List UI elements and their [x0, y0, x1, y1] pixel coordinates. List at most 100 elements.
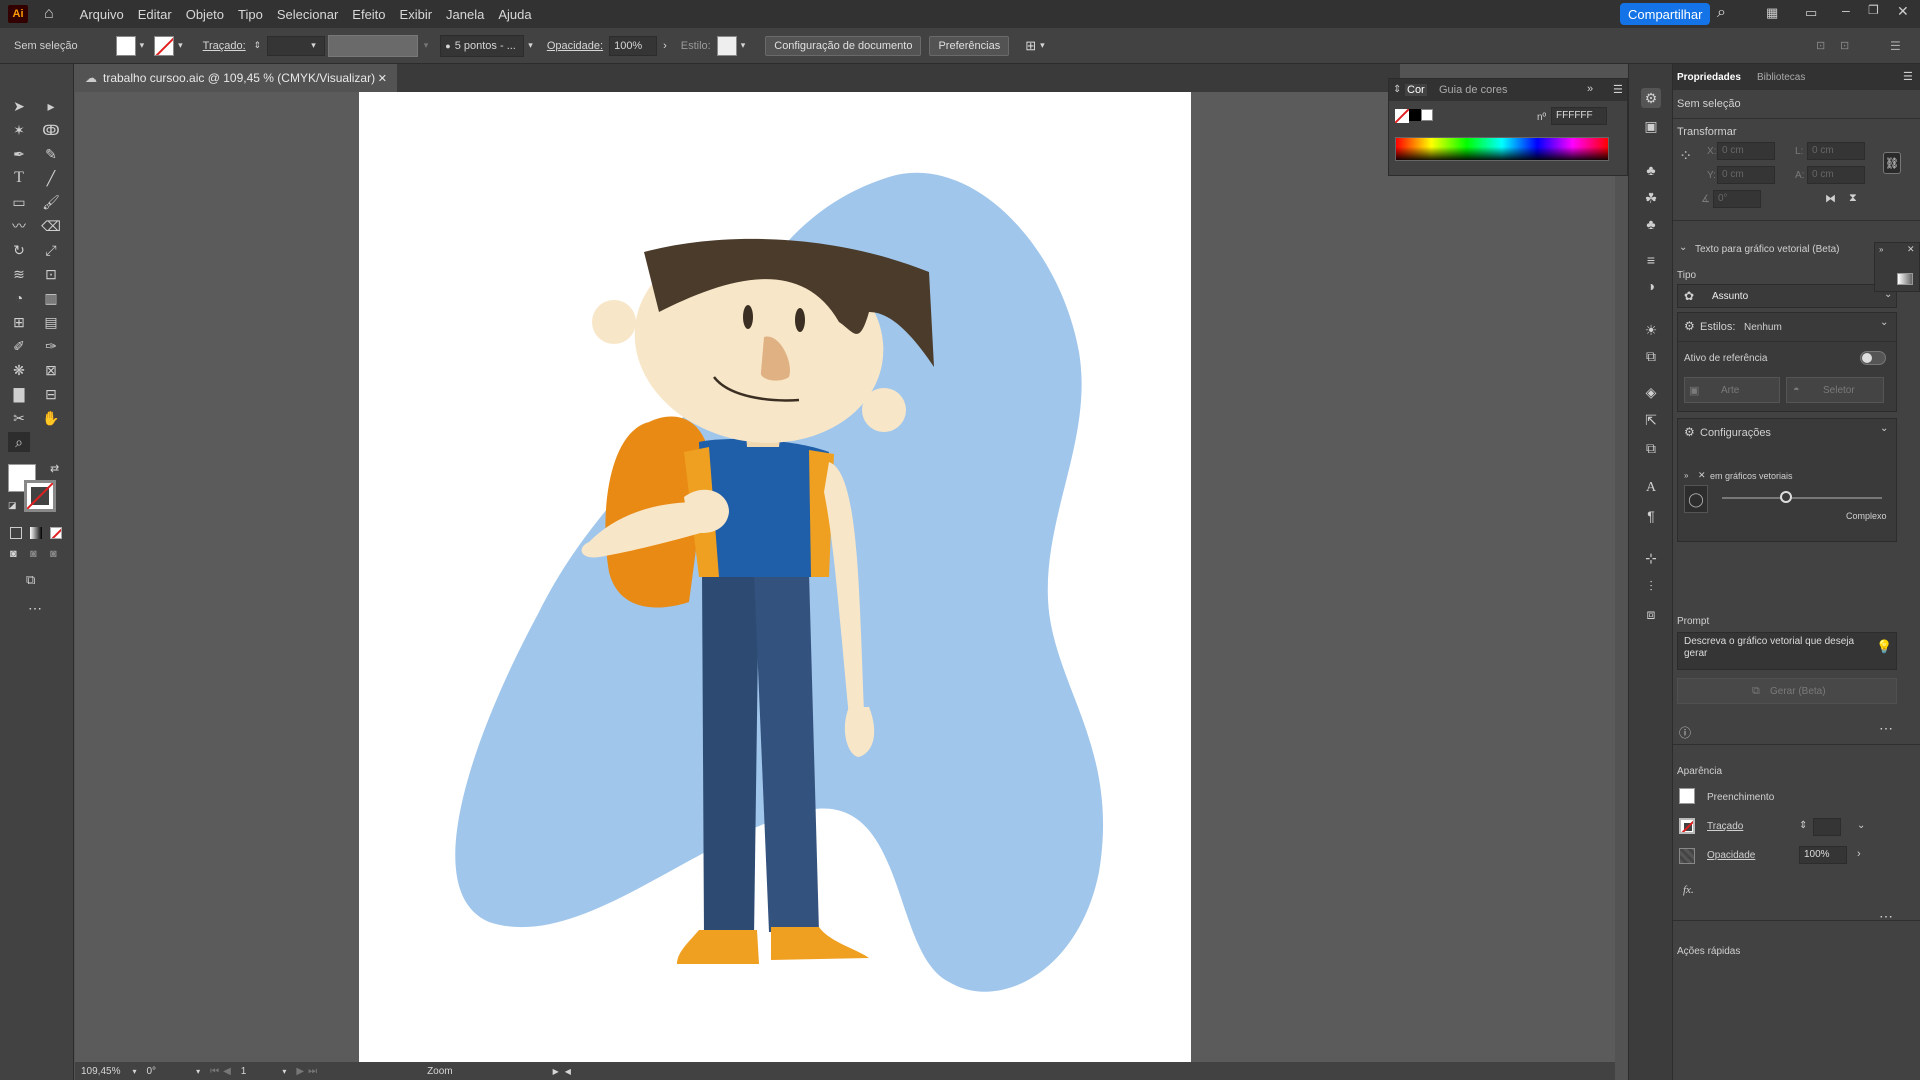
chevron-down-icon[interactable]: ▾	[282, 1067, 286, 1076]
gradient-mode-icon[interactable]	[30, 527, 42, 539]
more-options-icon[interactable]: ⋯	[1879, 908, 1893, 925]
panel-menu-icon[interactable]: ☰	[1903, 70, 1913, 83]
first-artboard-icon[interactable]: ⏮	[210, 1066, 219, 1077]
libraries-icon[interactable]: ▣	[1641, 116, 1661, 136]
arte-button[interactable]: ▣ Arte	[1684, 377, 1780, 403]
minimize-icon[interactable]: –	[1842, 2, 1850, 18]
chevron-down-icon[interactable]: ▾	[140, 40, 145, 51]
stepper-icon[interactable]: ⇕	[254, 40, 262, 51]
gradient-tool-icon[interactable]: ▤	[40, 312, 62, 332]
complexity-slider[interactable]	[1722, 497, 1882, 499]
prev-artboard-icon[interactable]: ◀	[223, 1066, 231, 1077]
chevron-down-icon[interactable]: ▾	[1040, 40, 1045, 51]
expand-icon[interactable]: »	[1684, 471, 1688, 480]
close-tab-icon[interactable]: ✕	[378, 72, 387, 85]
stroke-label[interactable]: Traçado:	[203, 40, 246, 52]
symbols-icon[interactable]: ♣	[1641, 160, 1661, 180]
flip-horizontal-icon[interactable]: ⧓	[1825, 192, 1836, 205]
chevron-down-icon[interactable]: ▾	[311, 40, 316, 51]
white-swatch[interactable]	[1421, 109, 1433, 121]
estilos-label[interactable]: Estilos:	[1700, 321, 1735, 333]
close-icon[interactable]: ✕	[1907, 244, 1915, 255]
tab-guia-de-cores[interactable]: Guia de cores	[1439, 84, 1507, 96]
tab-cor[interactable]: Cor	[1405, 84, 1427, 96]
swap-colors-icon[interactable]: ⇄	[50, 462, 59, 475]
shaper-tool-icon[interactable]: 〰	[8, 216, 30, 236]
opacity-label[interactable]: Opacidade:	[547, 40, 603, 52]
gradient-swatch[interactable]	[1897, 273, 1913, 285]
color-mode-icon[interactable]	[10, 527, 22, 539]
menu-janela[interactable]: Janela	[446, 7, 484, 22]
text-to-vector-heading[interactable]: Texto para gráfico vetorial (Beta)	[1695, 244, 1840, 255]
chevron-down-icon[interactable]: ▾	[178, 40, 183, 51]
warp-tool-icon[interactable]: ≋	[8, 264, 30, 284]
artboard-number[interactable]: 1	[241, 1066, 247, 1077]
scissors-icon[interactable]: ✂	[8, 408, 30, 428]
symbol-sprayer-icon[interactable]: ❋	[8, 360, 30, 380]
next-artboard-icon[interactable]: ▶	[296, 1066, 304, 1077]
link-icon[interactable]: ⛓	[1883, 152, 1901, 174]
home-icon[interactable]: ⌂	[44, 5, 54, 23]
menu-ajuda[interactable]: Ajuda	[498, 7, 531, 22]
menu-editar[interactable]: Editar	[138, 7, 172, 22]
share-button[interactable]: Compartilhar	[1620, 3, 1711, 25]
type-tool-icon[interactable]: T	[8, 168, 30, 188]
transform-icon[interactable]: ⊹	[1641, 548, 1661, 568]
layers-icon[interactable]: ◈	[1641, 382, 1661, 402]
chevron-down-icon[interactable]: ▾	[424, 40, 429, 51]
chevron-left-icon[interactable]: ◀	[565, 1067, 571, 1076]
opacity-field[interactable]: 100%	[609, 35, 658, 56]
artboards-icon[interactable]: ⧉	[1641, 438, 1661, 458]
collapse-icon[interactable]: ⇕	[1393, 84, 1401, 95]
more-tools-icon[interactable]: ⋯	[28, 600, 42, 617]
h-field[interactable]: 0 cm	[1807, 166, 1865, 184]
align-icon[interactable]: ⫶	[1641, 576, 1661, 596]
opacidade-field[interactable]: 100%	[1799, 846, 1847, 864]
swatches-icon[interactable]: ♣	[1641, 214, 1661, 234]
x-field[interactable]: 0 cm	[1717, 142, 1775, 160]
default-colors-icon[interactable]: ◪	[8, 500, 17, 511]
black-swatch[interactable]	[1409, 109, 1421, 121]
preferences-button[interactable]: Preferências	[929, 35, 1010, 56]
selection-tool-icon[interactable]: ➤	[8, 96, 30, 116]
arrange-docs-icon[interactable]: ⊞	[1025, 38, 1036, 54]
draw-inside-icon[interactable]: ◙	[50, 548, 57, 560]
menu-arquivo[interactable]: Arquivo	[80, 7, 124, 22]
stepper-icon[interactable]: ⇕	[1799, 820, 1807, 831]
pathfinder-icon[interactable]: ⧈	[1641, 604, 1661, 624]
paintbrush-icon[interactable]: 🖌	[40, 192, 62, 212]
brushes-icon[interactable]: ☘	[1641, 188, 1661, 208]
workspace-icon[interactable]: ▦	[1766, 5, 1778, 21]
panel-menu-icon[interactable]: ☰	[1613, 83, 1623, 96]
list-icon[interactable]: ☰	[1890, 39, 1901, 53]
y-field[interactable]: 0 cm	[1717, 166, 1775, 184]
last-artboard-icon[interactable]: ⏭	[308, 1066, 317, 1077]
tab-propriedades[interactable]: Propriedades	[1677, 72, 1741, 83]
detail-icon[interactable]: ◯	[1684, 485, 1708, 513]
rectangle-tool-icon[interactable]: ▭	[8, 192, 30, 212]
variable-width-field[interactable]	[327, 34, 418, 57]
pen-tool-icon[interactable]: ✒	[8, 144, 30, 164]
w-field[interactable]: 0 cm	[1807, 142, 1865, 160]
character-icon[interactable]: A	[1641, 478, 1661, 498]
flip-vertical-icon[interactable]: ⧗	[1849, 192, 1857, 205]
ref-asset-toggle[interactable]	[1860, 351, 1886, 365]
chevron-down-icon[interactable]: ▾	[741, 40, 746, 51]
chevron-right-icon[interactable]: ›	[1857, 848, 1861, 860]
expand-icon[interactable]: »	[1587, 83, 1593, 95]
stroke-weight-field[interactable]	[1813, 818, 1841, 836]
info-icon[interactable]: ⓘ	[1679, 724, 1691, 741]
expand-icon[interactable]: »	[1879, 245, 1883, 254]
draw-normal-icon[interactable]: ◙	[10, 548, 17, 560]
tab-bibliotecas[interactable]: Bibliotecas	[1757, 72, 1805, 83]
arrange-icon[interactable]: ▭	[1805, 5, 1817, 21]
chevron-right-icon[interactable]: ▶	[553, 1067, 559, 1076]
close-icon[interactable]: ✕	[1698, 470, 1706, 481]
graph-tool-icon[interactable]: ▇	[8, 384, 30, 404]
export-icon[interactable]: ⇱	[1641, 410, 1661, 430]
opacidade-label[interactable]: Opacidade	[1707, 850, 1755, 861]
direct-selection-tool-icon[interactable]: ▸	[40, 96, 62, 116]
line-tool-icon[interactable]: ╱	[40, 168, 62, 188]
free-transform-icon[interactable]: ⊡	[40, 264, 62, 284]
curvature-tool-icon[interactable]: ✎	[40, 144, 62, 164]
